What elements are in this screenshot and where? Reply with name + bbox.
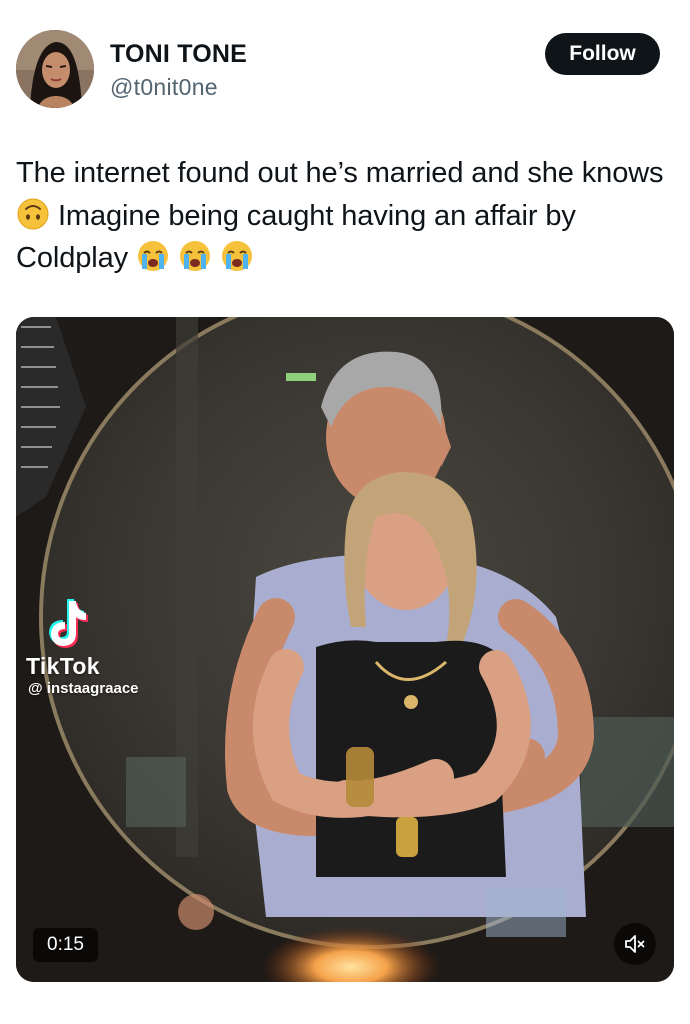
display-name[interactable]: TONI TONE <box>110 40 247 69</box>
tweet-header: TONI TONE @t0nit0ne Follow <box>0 0 690 120</box>
tweet-text-part-1: The internet found out he’s married and … <box>16 157 664 189</box>
loudly-crying-face-icon <box>220 239 254 273</box>
tweet-text-part-2: Imagine being caught having an affair by… <box>16 199 576 275</box>
avatar[interactable] <box>16 30 94 108</box>
upside-down-face-icon <box>16 197 50 231</box>
tweet-text: The internet found out he’s married and … <box>16 152 676 280</box>
tiktok-logo-icon <box>49 599 88 648</box>
loudly-crying-face-icon <box>178 239 212 273</box>
mute-button[interactable] <box>614 923 656 965</box>
speaker-muted-icon <box>625 935 645 953</box>
loudly-crying-face-icon <box>136 239 170 273</box>
tiktok-username: @ instaagraace <box>28 680 139 697</box>
video-duration: 0:15 <box>33 928 98 962</box>
follow-button[interactable]: Follow <box>545 33 660 75</box>
tiktok-watermark: TikTok <box>26 653 100 679</box>
user-handle[interactable]: @t0nit0ne <box>110 74 218 101</box>
video-player[interactable]: TikTok @ instaagraace 0:15 <box>16 317 674 982</box>
video-frame <box>16 317 674 982</box>
